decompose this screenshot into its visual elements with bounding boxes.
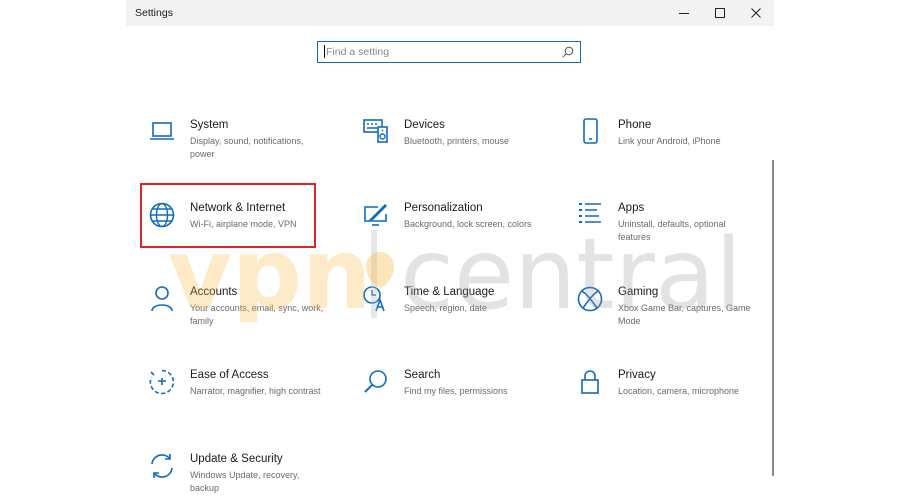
category-devices[interactable]: Devices Bluetooth, printers, mouse [356,118,552,184]
minimize-button[interactable] [666,0,702,26]
text-caret [324,45,325,58]
keyboard-speaker-icon [363,119,388,143]
update-arrows-icon [151,454,173,478]
category-name: Time & Language [404,286,495,298]
category-name: Accounts [190,286,238,298]
category-name: Gaming [618,286,659,298]
laptop-icon [150,122,174,140]
category-privacy[interactable]: Privacy Location, camera, microphone [570,368,766,434]
lock-icon [581,370,599,394]
category-gaming[interactable]: Gaming Xbox Game Bar, captures, Game Mod… [570,285,766,351]
maximize-button[interactable] [702,0,738,26]
apps-list-icon [579,203,601,223]
window-title: Settings [135,7,173,19]
category-description: Link your Android, iPhone [618,136,721,146]
category-description: Bluetooth, printers, mouse [404,136,510,146]
category-name: Search [404,369,441,381]
category-description: Speech, region, date [404,303,488,313]
category-description: Your accounts, email, sync, work, family [190,303,324,326]
search-placeholder: Find a setting [326,46,390,58]
search-icon[interactable] [562,46,574,58]
category-description: Narrator, magnifier, high contrast [190,386,321,396]
category-name: Personalization [404,202,483,214]
category-description: Wi-Fi, airplane mode, VPN [190,219,297,229]
maximize-icon [715,8,725,18]
magnifier-icon [364,370,387,393]
category-accounts[interactable]: Accounts Your accounts, email, sync, wor… [142,285,338,351]
category-name: System [190,119,229,131]
category-name: Apps [618,202,645,214]
person-icon [151,286,173,312]
close-icon [751,8,761,18]
settings-window: Settings Find a setting System Display, … [126,0,774,500]
category-personalization[interactable]: Personalization Background, lock screen,… [356,201,552,267]
category-name: Network & Internet [190,202,286,214]
category-apps[interactable]: Apps Uninstall, defaults, optional featu… [570,201,766,267]
close-button[interactable] [738,0,774,26]
category-description: Location, camera, microphone [618,386,740,396]
category-ease-of-access[interactable]: Ease of Access Narrator, magnifier, high… [142,368,338,434]
category-description: Windows Update, recovery, backup [190,470,300,493]
time-language-icon [363,286,385,312]
category-description: Xbox Game Bar, captures, Game Mode [618,303,751,326]
category-description: Display, sound, notifications, power [190,136,304,159]
category-name: Update & Security [190,453,283,465]
category-name: Ease of Access [190,369,269,381]
category-description: Uninstall, defaults, optional features [618,219,726,242]
scrollbar[interactable] [772,160,774,476]
category-time-language[interactable]: Time & Language Speech, region, date [356,285,552,351]
category-description: Find my files, permissions [404,386,508,396]
phone-icon [583,118,598,144]
minimize-icon [679,13,689,14]
category-network-internet[interactable]: Network & Internet Wi-Fi, airplane mode,… [142,201,338,267]
ease-of-access-icon [149,369,175,395]
globe-icon [149,202,175,228]
category-name: Devices [404,119,445,131]
search-box[interactable]: Find a setting [317,41,581,63]
category-update-security[interactable]: Update & Security Windows Update, recove… [142,452,338,500]
category-phone[interactable]: Phone Link your Android, iPhone [570,118,766,184]
xbox-icon [577,286,603,312]
paint-monitor-icon [364,204,387,226]
category-name: Phone [618,119,652,131]
category-search[interactable]: Search Find my files, permissions [356,368,552,434]
category-name: Privacy [618,369,656,381]
category-description: Background, lock screen, colors [404,219,532,229]
title-bar[interactable]: Settings [126,0,774,26]
category-system[interactable]: System Display, sound, notifications, po… [142,118,338,184]
